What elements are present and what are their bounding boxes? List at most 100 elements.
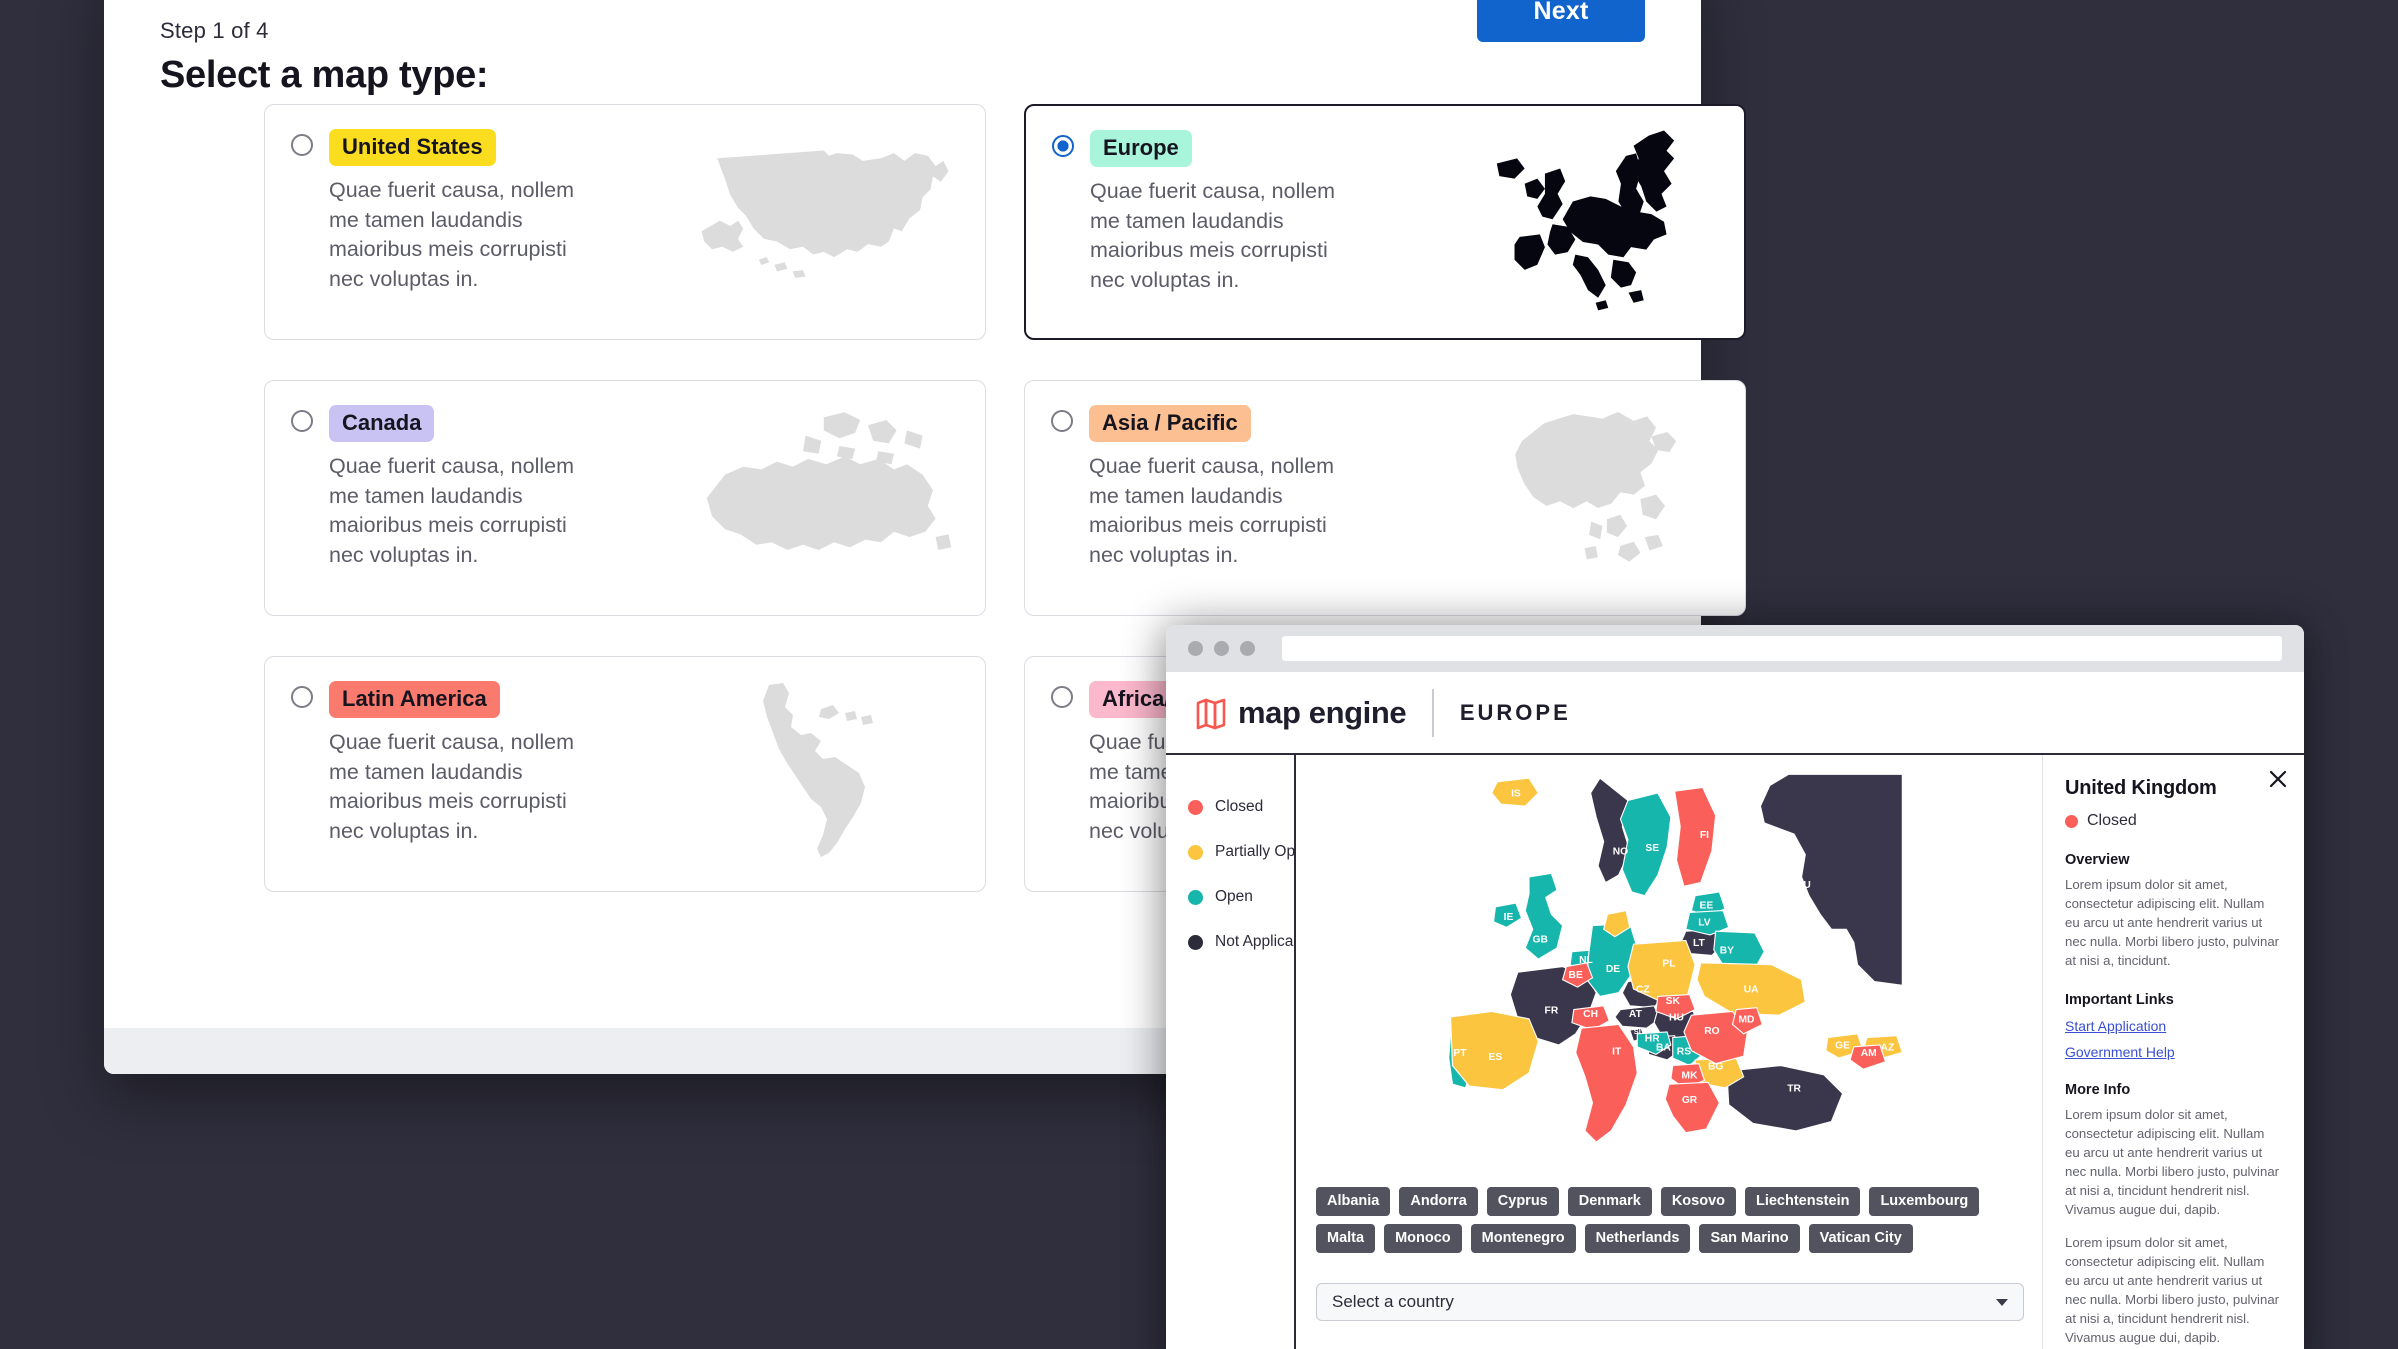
map-label-se: SE [1645,843,1659,854]
card-description-latin-america: Quae fuerit causa, nollem me tamen lauda… [329,730,574,844]
country-chip[interactable]: Netherlands [1584,1224,1691,1253]
country-detail-panel: United Kingdom Closed Overview Lorem ips… [2042,755,2304,1349]
radio-canada[interactable] [291,410,313,432]
map-label-lv: LV [1698,918,1710,929]
map-label-rs: RS [1677,1046,1691,1057]
map-label-de: DE [1606,964,1620,975]
country-chip[interactable]: Liechtenstein [1744,1187,1861,1216]
map-type-card-latin-america[interactable]: Latin America Quae fuerit causa, nollem … [264,656,986,892]
map-label-ie: IE [1504,912,1514,923]
map-label-gb: GB [1533,934,1548,945]
legend-label-closed: Closed [1215,798,1264,815]
map-label-am: AM [1861,1048,1877,1059]
map-label-ro: RO [1704,1026,1719,1037]
radio-latin-america[interactable] [291,686,313,708]
map-label-hu: HU [1669,1013,1684,1024]
legend-item-not-applicable[interactable]: Not Applicable [1188,933,1314,951]
card-description-europe: Quae fuerit causa, nollem me tamen lauda… [1090,179,1335,293]
more-info-text-1: Lorem ipsum dolor sit amet, consectetur … [2065,1107,2280,1217]
card-label-united-states: United States [329,129,496,167]
radio-asia-pacific[interactable] [1051,410,1073,432]
legend-item-closed[interactable]: Closed [1188,798,1294,816]
card-description-canada: Quae fuerit causa, nollem me tamen lauda… [329,454,574,568]
card-header: United States [291,129,959,167]
map-region-tr [1726,1064,1844,1132]
map-type-card-asia-pacific[interactable]: Asia / Pacific Quae fuerit causa, nollem… [1024,380,1746,616]
map-label-ua: UA [1744,985,1759,996]
map-engine-logo-icon [1194,696,1228,730]
legend-item-partially-open[interactable]: Partially Open [1188,843,1312,861]
card-label-asia-pacific: Asia / Pacific [1089,405,1251,443]
map-legend: Closed Partially Open Open Not Applicabl… [1166,755,1314,1349]
country-chip[interactable]: Cyprus [1486,1187,1559,1216]
browser-chrome-bar [1166,625,2304,672]
country-chip[interactable]: Montenegro [1470,1224,1576,1253]
screen-root: Step 1 of 4 Select a map type: Next Unit… [0,0,2398,1349]
legend-swatch-open [1188,889,1203,905]
map-label-ru: RU [1796,880,1811,891]
map-label-nl: NL [1579,955,1593,966]
link-start-application[interactable]: Start Application [2065,1018,2282,1034]
map-label-pt: PT [1453,1048,1467,1059]
map-label-at: AT [1629,1009,1643,1020]
map-label-ba: BA [1656,1043,1671,1054]
detail-status: Closed [2065,812,2282,830]
legend-item-open[interactable]: Open [1188,888,1294,906]
map-label-es: ES [1489,1052,1503,1063]
country-chip[interactable]: Monoco [1384,1224,1462,1253]
legend-label-open: Open [1215,888,1253,905]
browser-window: map engine EUROPE Closed Partially Open … [1166,625,2304,1349]
map-label-gr: GR [1682,1095,1698,1106]
detail-status-label: Closed [2087,812,2137,829]
country-chip[interactable]: Luxembourg [1869,1187,1980,1216]
window-minimize-dot[interactable] [1214,641,1229,656]
card-description-asia-pacific: Quae fuerit causa, nollem me tamen lauda… [1089,454,1334,568]
country-chip[interactable]: Andorra [1399,1187,1478,1216]
map-label-fi: FI [1700,830,1709,841]
link-government-help[interactable]: Government Help [2065,1044,2282,1060]
map-label-pl: PL [1662,959,1675,970]
map-region-ru [1759,773,1903,986]
europe-choropleth-map[interactable]: IS NO SE FI RU EE LV LT BY IE GB NL BE D… [1310,765,2028,1185]
detail-country-title: United Kingdom [2065,777,2217,799]
card-description-united-states: Quae fuerit causa, nollem me tamen lauda… [329,178,574,292]
legend-swatch-not-applicable [1188,934,1203,950]
window-maximize-dot[interactable] [1240,641,1255,656]
next-button[interactable]: Next [1477,0,1645,42]
country-chip[interactable]: Vatican City [1808,1224,1913,1253]
card-label-europe: Europe [1090,130,1192,168]
map-region-fi [1673,786,1717,887]
map-label-cz: CZ [1636,985,1650,996]
map-label-ee: EE [1699,901,1713,912]
app-header: map engine EUROPE [1166,672,2304,755]
region-name: EUROPE [1459,699,1571,725]
radio-africa-middle-east[interactable] [1051,686,1073,708]
country-chip[interactable]: Malta [1316,1224,1376,1253]
map-label-ch: CH [1583,1009,1598,1020]
country-select-dropdown[interactable]: Select a country [1316,1283,2024,1321]
radio-united-states[interactable] [291,134,313,156]
map-region-gb [1524,872,1564,960]
overview-text: Lorem ipsum dolor sit amet, consectetur … [2065,877,2280,968]
country-chip[interactable]: Albania [1316,1187,1391,1216]
step-indicator: Step 1 of 4 [160,18,269,43]
country-chip[interactable]: Kosovo [1660,1187,1736,1216]
close-icon[interactable] [2268,769,2288,789]
chevron-down-icon [1996,1298,2008,1306]
address-bar[interactable] [1282,636,2282,661]
more-info-text-2: Lorem ipsum dolor sit amet, consectetur … [2065,1235,2280,1345]
map-label-no: NO [1613,847,1628,858]
card-header: Latin America [291,681,959,719]
country-chip[interactable]: San Marino [1699,1224,1800,1253]
map-type-card-united-states[interactable]: United States Quae fuerit causa, nollem … [264,104,986,340]
map-type-card-canada[interactable]: Canada Quae fuerit causa, nollem me tame… [264,380,986,616]
country-chip[interactable]: Denmark [1567,1187,1652,1216]
map-type-card-europe[interactable]: Europe Quae fuerit causa, nollem me tame… [1024,104,1746,340]
map-label-be: BE [1569,970,1583,981]
card-header: Europe [1052,130,1718,168]
overview-heading: Overview [2065,852,2130,868]
window-close-dot[interactable] [1188,641,1203,656]
legend-swatch-closed [1188,799,1203,815]
map-label-fr: FR [1545,1005,1559,1016]
radio-europe[interactable] [1052,135,1074,157]
